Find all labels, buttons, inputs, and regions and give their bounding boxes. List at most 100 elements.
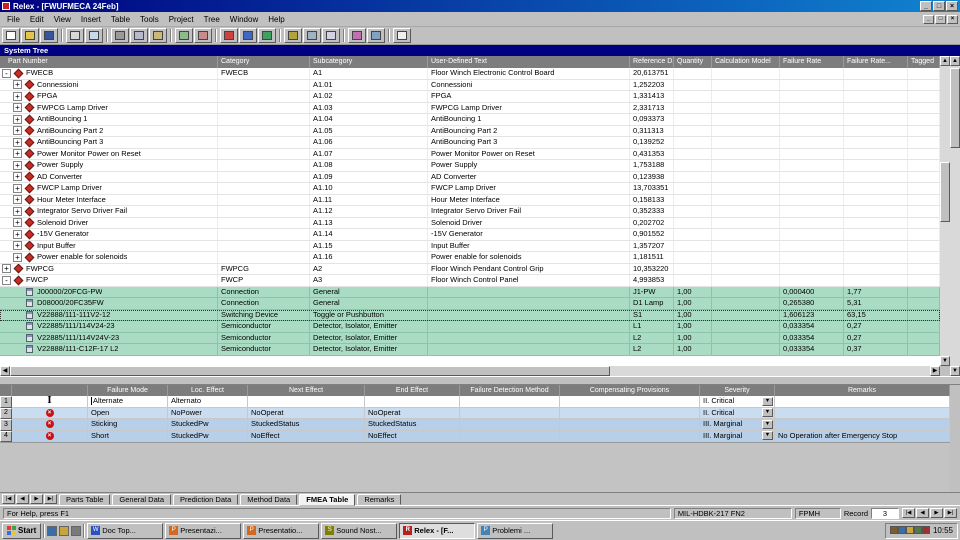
severity-dropdown-button[interactable]: ▼ [762, 408, 773, 418]
bar-chart-button[interactable] [258, 28, 276, 43]
fmea-column-header-severity[interactable]: Severity [700, 385, 775, 396]
expand-icon[interactable]: + [13, 149, 22, 159]
component-row[interactable]: V22888/111-111V2-12 Switching Device Toggl… [0, 309, 940, 321]
menu-item-project[interactable]: Project [164, 14, 199, 25]
fmea-column-header-remarks[interactable]: Remarks [775, 385, 950, 396]
fmea-column-header-failure-mode[interactable]: Failure Mode [88, 385, 168, 396]
cell-compensating[interactable] [560, 407, 700, 419]
tab-scroll-last-button[interactable]: ▶| [44, 494, 57, 504]
menu-item-view[interactable]: View [49, 14, 76, 25]
taskbar-button-presentatio[interactable]: P Presentatio... [243, 522, 320, 539]
taskbar-button-doc-top[interactable]: W Doc Top... [87, 522, 164, 539]
cell-next-effect[interactable]: NoEffect [248, 430, 365, 442]
fmea-column-header-failure-detection-method[interactable]: Failure Detection Method [460, 385, 560, 396]
component-row[interactable]: V22885/111/114V24-23 Semiconductor Detecto… [0, 321, 940, 333]
tab-method-data[interactable]: Method Data [240, 494, 298, 505]
tab-scroll-prev-button[interactable]: ◀ [16, 494, 29, 504]
assembly-row[interactable]: + Power enable for solenoids A1.16 Power en… [0, 252, 940, 264]
internet-explorer-icon[interactable] [47, 525, 58, 536]
row-number[interactable]: 1 [0, 396, 12, 408]
expand-icon[interactable]: + [13, 160, 22, 170]
cell-severity[interactable]: III. Marginal ▼ [700, 430, 775, 442]
assembly-row[interactable]: + -15V Generator A1.14 -15V Generator 0,9015… [0, 229, 940, 241]
cell-end-effect[interactable]: NoOperat [365, 407, 460, 419]
tab-scroll-first-button[interactable]: |◀ [2, 494, 15, 504]
fmea-row[interactable]: 2 × Open NoPower NoOperat NoOperat II. Critica… [0, 407, 950, 419]
assembly-row[interactable]: - FWCP FWCP A3 Floor Winch Control Panel 4,99… [0, 275, 940, 287]
assembly-row[interactable]: + Hour Meter Interface A1.11 Hour Meter Int… [0, 194, 940, 206]
taskbar-button-relex-f[interactable]: R Relex - [F... [399, 522, 476, 539]
window-scroll-thumb[interactable] [950, 68, 960, 148]
pie-chart-button[interactable] [348, 28, 366, 43]
cell-detection[interactable] [460, 430, 560, 442]
menu-item-tools[interactable]: Tools [135, 14, 164, 25]
assembly-row[interactable]: + AntiBouncing 1 A1.04 AntiBouncing 1 0,0933… [0, 114, 940, 126]
assembly-row[interactable]: + Connessioni A1.01 Connessioni 1,252203 [0, 79, 940, 91]
row-number[interactable]: 2 [0, 407, 12, 419]
column-header-user-defined-text[interactable]: User-Defined Text [428, 56, 630, 68]
severity-dropdown-button[interactable]: ▼ [762, 396, 773, 406]
tab-remarks[interactable]: Remarks [357, 494, 402, 505]
display-settings-icon[interactable] [897, 525, 906, 534]
expand-icon[interactable]: + [13, 206, 22, 216]
component-row[interactable]: D08000/20FC35FW Connection General D1 Lamp 1… [0, 298, 940, 310]
column-header-part-number[interactable]: Part Number [0, 56, 218, 68]
mdi-minimize-button[interactable]: _ [923, 14, 934, 24]
assembly-row[interactable]: + FWPCG Lamp Driver A1.03 FWPCG Lamp Driver… [0, 102, 940, 114]
fault-tree-button[interactable] [239, 28, 257, 43]
fmea-column-header-next-effect[interactable]: Next Effect [248, 385, 365, 396]
expand-icon[interactable]: + [13, 172, 22, 182]
new-file-button[interactable] [2, 28, 20, 43]
close-button[interactable]: × [946, 1, 958, 11]
scroll-left-button[interactable]: ◀ [0, 366, 10, 376]
cell-detection[interactable] [460, 396, 560, 408]
start-button[interactable]: Start [2, 522, 42, 539]
column-header-failure-rate[interactable]: Failure Rate... [844, 56, 908, 68]
open-folder-button[interactable] [21, 28, 39, 43]
window-scroll-track[interactable] [950, 66, 960, 366]
cell-loc-effect[interactable]: NoPower [168, 407, 248, 419]
cell-remarks[interactable] [775, 396, 950, 408]
mdi-restore-button[interactable]: □ [935, 14, 946, 24]
record-first-button[interactable]: |◀ [902, 508, 915, 518]
record-next-button[interactable]: ▶ [930, 508, 943, 518]
fmea-row[interactable]: 1 I Alternate Alternato II. Critical ▼ [0, 396, 950, 408]
expand-icon[interactable]: + [13, 218, 22, 228]
cell-severity[interactable]: III. Marginal ▼ [700, 419, 775, 431]
grid-scroll-track[interactable] [940, 66, 950, 356]
collapse-icon[interactable]: - [2, 275, 11, 285]
menu-item-table[interactable]: Table [106, 14, 135, 25]
fmea-column-header-compensating-provisions[interactable]: Compensating Provisions [560, 385, 700, 396]
insert-record-button[interactable] [175, 28, 193, 43]
pane-splitter[interactable] [0, 376, 960, 385]
fmea-row[interactable]: 3 × Sticking StuckedPw StuckedStatus StuckedS… [0, 419, 950, 431]
cell-end-effect[interactable] [365, 396, 460, 408]
assembly-row[interactable]: + AntiBouncing Part 3 A1.06 AntiBouncing Pa… [0, 137, 940, 149]
zoom-button[interactable] [303, 28, 321, 43]
expand-icon[interactable]: + [13, 114, 22, 124]
expand-icon[interactable]: + [13, 183, 22, 193]
assembly-row[interactable]: + Input Buffer A1.15 Input Buffer 1,357207 [0, 240, 940, 252]
maximize-button[interactable]: □ [933, 1, 945, 11]
component-row[interactable]: J00000/20FCG-PW Connection General J1-PW 1,0… [0, 286, 940, 298]
calculate-button[interactable] [220, 28, 238, 43]
filter-button[interactable] [284, 28, 302, 43]
taskbar-button-presentazi[interactable]: P Presentazi... [165, 522, 242, 539]
column-header-quantity[interactable]: Quantity [674, 56, 712, 68]
fmea-column-header-end-effect[interactable]: End Effect [365, 385, 460, 396]
show-desktop-icon[interactable] [71, 525, 82, 536]
tab-parts-table[interactable]: Parts Table [59, 494, 111, 505]
expand-icon[interactable]: + [13, 195, 22, 205]
expand-icon[interactable]: + [13, 229, 22, 239]
taskbar-button-sound-nost[interactable]: S Sound Nost... [321, 522, 398, 539]
expand-icon[interactable]: + [2, 264, 11, 274]
grid-scroll-down-button[interactable]: ▼ [940, 356, 950, 366]
cell-remarks[interactable] [775, 407, 950, 419]
expand-icon[interactable]: + [13, 126, 22, 136]
fmea-column-header-loc-effect[interactable]: Loc. Effect [168, 385, 248, 396]
row-number[interactable]: 4 [0, 430, 12, 442]
copy-button[interactable] [130, 28, 148, 43]
record-last-button[interactable]: ▶| [944, 508, 957, 518]
grid-scroll-up-button[interactable]: ▲ [940, 56, 950, 66]
row-number[interactable]: 3 [0, 419, 12, 431]
